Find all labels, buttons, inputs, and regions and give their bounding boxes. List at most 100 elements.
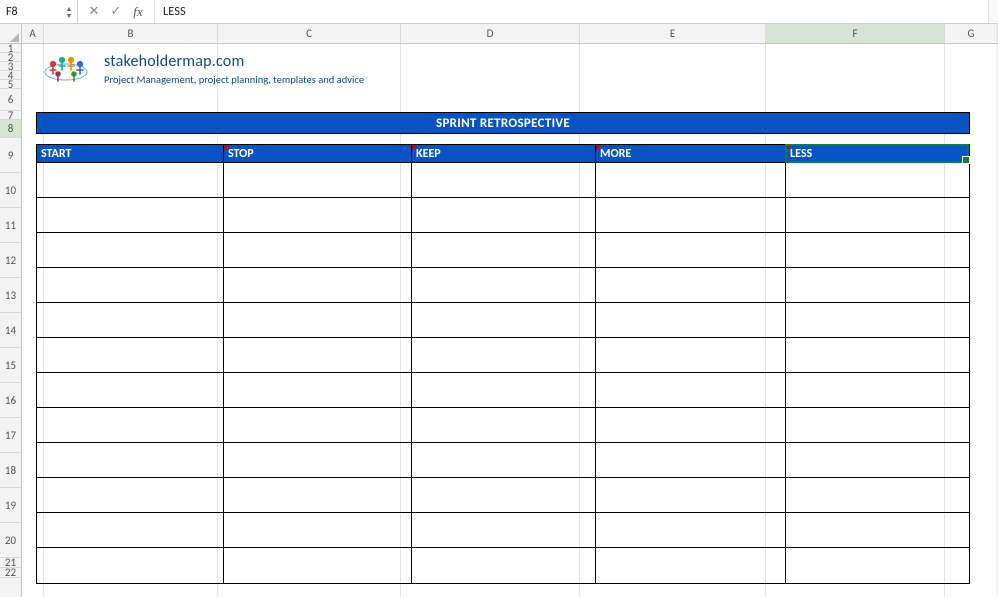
row-header-18[interactable]: 18 — [0, 453, 21, 488]
comment-indicator-icon[interactable] — [224, 145, 230, 151]
retro-cell[interactable] — [37, 408, 224, 443]
retro-cell[interactable] — [786, 303, 969, 338]
row-header-9[interactable]: 9 — [0, 138, 21, 173]
retro-cell[interactable] — [37, 338, 224, 373]
retro-cell[interactable] — [224, 198, 412, 233]
retro-cell[interactable] — [596, 268, 786, 303]
cancel-button[interactable]: ✕ — [86, 4, 102, 20]
retro-cell[interactable] — [37, 303, 224, 338]
row-header-16[interactable]: 16 — [0, 383, 21, 418]
name-box-spinner[interactable]: ▲ ▼ — [63, 2, 75, 21]
row-header-8[interactable]: 8 — [0, 120, 21, 138]
retro-cell[interactable] — [596, 233, 786, 268]
comment-indicator-icon[interactable] — [786, 145, 792, 151]
retro-cell[interactable] — [596, 198, 786, 233]
formula-bar-splitter[interactable] — [988, 0, 998, 23]
col-header-E[interactable]: E — [580, 24, 766, 43]
retro-cell[interactable] — [412, 303, 596, 338]
retro-cell[interactable] — [412, 513, 596, 548]
retro-cell[interactable] — [786, 478, 969, 513]
retro-cell[interactable] — [37, 513, 224, 548]
retro-header-start[interactable]: START — [37, 145, 224, 163]
retro-cell[interactable] — [37, 548, 224, 583]
retro-cell[interactable] — [224, 338, 412, 373]
retro-cell[interactable] — [596, 163, 786, 198]
cell-grid[interactable]: stakeholdermap.com Project Management, p… — [22, 44, 998, 597]
col-header-B[interactable]: B — [44, 24, 218, 43]
row-header-14[interactable]: 14 — [0, 313, 21, 348]
retro-cell[interactable] — [412, 233, 596, 268]
accept-button[interactable]: ✓ — [108, 4, 124, 20]
retro-cell[interactable] — [786, 443, 969, 478]
retro-cell[interactable] — [412, 338, 596, 373]
row-header-20[interactable]: 20 — [0, 523, 21, 558]
spinner-down-icon[interactable]: ▼ — [63, 12, 75, 19]
retro-cell[interactable] — [224, 443, 412, 478]
retro-cell[interactable] — [412, 478, 596, 513]
retro-cell[interactable] — [37, 478, 224, 513]
retro-header-keep[interactable]: KEEP — [412, 145, 596, 163]
retro-cell[interactable] — [224, 163, 412, 198]
row-header-11[interactable]: 11 — [0, 208, 21, 243]
retro-cell[interactable] — [786, 373, 969, 408]
retro-cell[interactable] — [596, 373, 786, 408]
retro-cell[interactable] — [412, 163, 596, 198]
retro-cell[interactable] — [412, 373, 596, 408]
retro-cell[interactable] — [37, 163, 224, 198]
col-header-C[interactable]: C — [218, 24, 401, 43]
retro-cell[interactable] — [786, 268, 969, 303]
retro-cell[interactable] — [224, 268, 412, 303]
retro-cell[interactable] — [224, 303, 412, 338]
retro-cell[interactable] — [786, 163, 969, 198]
retro-cell[interactable] — [596, 478, 786, 513]
col-header-G[interactable]: G — [945, 24, 998, 43]
retro-cell[interactable] — [224, 513, 412, 548]
col-header-F[interactable]: F — [766, 24, 945, 43]
row-header-10[interactable]: 10 — [0, 173, 21, 208]
retro-cell[interactable] — [412, 548, 596, 583]
row-header-17[interactable]: 17 — [0, 418, 21, 453]
retro-cell[interactable] — [37, 443, 224, 478]
retro-cell[interactable] — [596, 443, 786, 478]
name-box[interactable]: F8 ▲ ▼ — [0, 0, 78, 23]
row-header-19[interactable]: 19 — [0, 488, 21, 523]
retro-cell[interactable] — [786, 233, 969, 268]
retro-cell[interactable] — [596, 548, 786, 583]
retro-cell[interactable] — [224, 408, 412, 443]
retro-cell[interactable] — [224, 548, 412, 583]
retro-cell[interactable] — [786, 338, 969, 373]
retro-cell[interactable] — [596, 513, 786, 548]
retro-cell[interactable] — [412, 198, 596, 233]
retro-cell[interactable] — [224, 373, 412, 408]
retro-cell[interactable] — [224, 478, 412, 513]
retro-cell[interactable] — [37, 233, 224, 268]
col-header-A[interactable]: A — [22, 24, 44, 43]
formula-input[interactable]: LESS — [155, 0, 988, 23]
retro-cell[interactable] — [37, 268, 224, 303]
comment-indicator-icon[interactable] — [596, 145, 602, 151]
retro-cell[interactable] — [596, 338, 786, 373]
row-header-13[interactable]: 13 — [0, 278, 21, 313]
row-header-5[interactable]: 5 — [0, 80, 21, 89]
retro-cell[interactable] — [412, 443, 596, 478]
retro-cell[interactable] — [37, 373, 224, 408]
retro-cell[interactable] — [596, 408, 786, 443]
retro-cell[interactable] — [412, 268, 596, 303]
retro-cell[interactable] — [596, 303, 786, 338]
fx-button[interactable]: fx — [130, 4, 146, 20]
comment-indicator-icon[interactable] — [412, 145, 418, 151]
retro-header-less[interactable]: LESS — [786, 145, 969, 163]
retro-cell[interactable] — [786, 513, 969, 548]
retro-header-stop[interactable]: STOP — [224, 145, 412, 163]
row-header-12[interactable]: 12 — [0, 243, 21, 278]
retro-cell[interactable] — [786, 198, 969, 233]
retro-header-more[interactable]: MORE — [596, 145, 786, 163]
retro-cell[interactable] — [412, 408, 596, 443]
col-header-D[interactable]: D — [401, 24, 580, 43]
retro-cell[interactable] — [786, 408, 969, 443]
retro-cell[interactable] — [224, 233, 412, 268]
retro-cell[interactable] — [37, 198, 224, 233]
row-header-22[interactable]: 22 — [0, 568, 21, 578]
row-header-15[interactable]: 15 — [0, 348, 21, 383]
row-header-7[interactable]: 7 — [0, 111, 21, 120]
